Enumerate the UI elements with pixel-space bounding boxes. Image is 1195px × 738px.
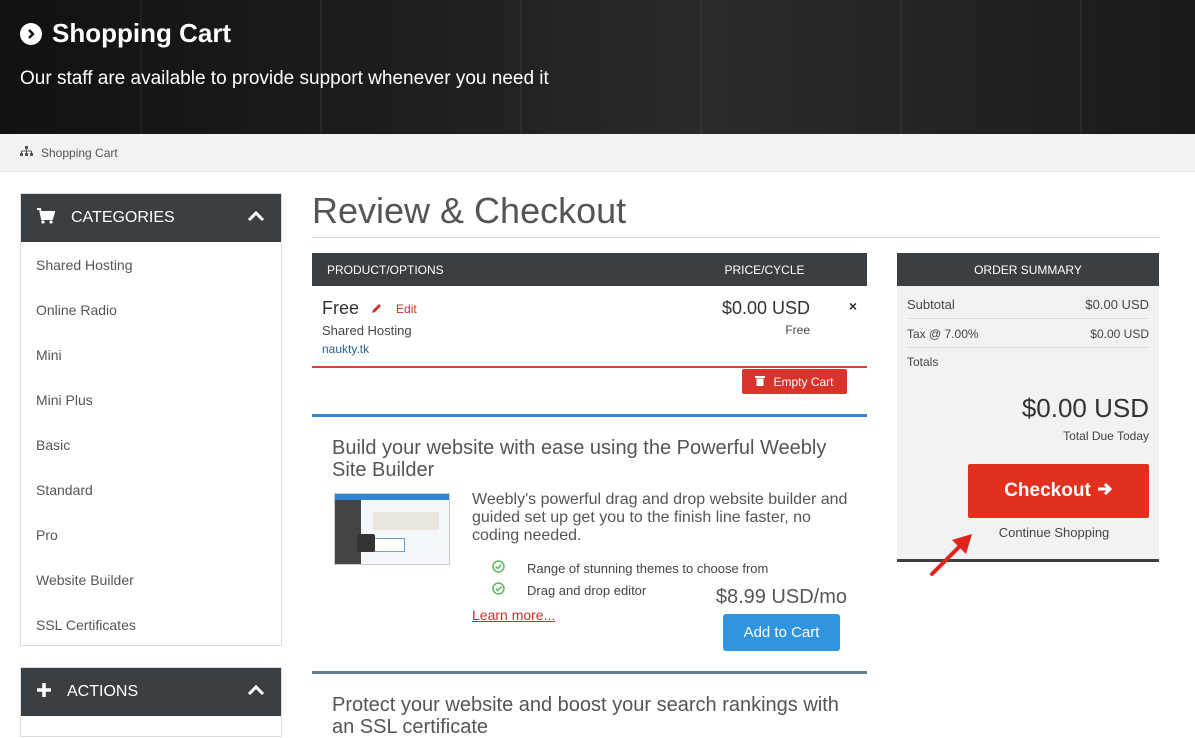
cart-item-row: Free Edit Shared Hosting naukty.tk $0.00… bbox=[312, 286, 867, 368]
cart-item-cycle: Free bbox=[785, 323, 810, 337]
check-circle-icon bbox=[492, 560, 505, 576]
title-divider bbox=[312, 237, 1160, 238]
cart-table-header: PRODUCT/OPTIONS PRICE/CYCLE bbox=[312, 253, 867, 286]
ssl-promo: Protect your website and boost your sear… bbox=[312, 671, 867, 738]
weebly-screenshot-image bbox=[334, 493, 450, 565]
checkout-button[interactable]: Checkout bbox=[968, 464, 1149, 518]
category-item-online-radio[interactable]: Online Radio bbox=[21, 287, 281, 332]
price-column-header: PRICE/CYCLE bbox=[724, 262, 805, 277]
promo-price: $8.99 USD/mo bbox=[715, 586, 847, 608]
category-item-mini-plus[interactable]: Mini Plus bbox=[21, 377, 281, 422]
totals-label: Totals bbox=[907, 355, 939, 369]
red-arrow-annotation-icon bbox=[928, 532, 976, 583]
continue-shopping-link[interactable]: Continue Shopping bbox=[968, 525, 1140, 540]
product-column-header: PRODUCT/OPTIONS bbox=[327, 262, 444, 277]
categories-panel: CATEGORIES Shared Hosting Online Radio M… bbox=[20, 193, 282, 646]
check-circle-icon bbox=[492, 582, 505, 598]
banner-title: Shopping Cart bbox=[20, 18, 231, 49]
total-due-label: Total Due Today bbox=[1063, 429, 1149, 443]
feature-item: Range of stunning themes to choose from bbox=[492, 560, 768, 576]
add-to-cart-button[interactable]: Add to Cart bbox=[723, 614, 840, 651]
breadcrumb: Shopping Cart bbox=[0, 134, 1195, 172]
empty-cart-label: Empty Cart bbox=[773, 374, 834, 389]
chevron-right-circle-icon bbox=[20, 22, 42, 45]
tax-label: Tax @ 7.00% bbox=[907, 326, 979, 341]
cart-item-domain[interactable]: naukty.tk bbox=[322, 342, 369, 356]
totals-row: Totals bbox=[907, 348, 1149, 376]
subtotal-value: $0.00 USD bbox=[1085, 297, 1149, 312]
promo-title: Build your website with ease using the P… bbox=[332, 437, 827, 481]
remove-item-icon[interactable]: × bbox=[849, 298, 857, 314]
cart-item-name: Free bbox=[322, 298, 360, 318]
actions-panel: ACTIONS bbox=[20, 667, 282, 737]
cart-item-price: $0.00 USD bbox=[721, 298, 810, 318]
checkout-label: Checkout bbox=[1004, 480, 1091, 501]
feature-item: Drag and drop editor bbox=[492, 582, 646, 598]
feature-text: Drag and drop editor bbox=[527, 582, 647, 598]
actions-title: ACTIONS bbox=[67, 683, 139, 700]
trash-icon bbox=[755, 375, 766, 389]
chevron-up-icon[interactable] bbox=[247, 683, 265, 701]
cart-item-type: Shared Hosting bbox=[322, 323, 412, 338]
feature-text: Range of stunning themes to choose from bbox=[527, 560, 769, 576]
pencil-icon[interactable] bbox=[371, 298, 382, 319]
category-item-shared-hosting[interactable]: Shared Hosting bbox=[21, 242, 281, 287]
order-summary-title: ORDER SUMMARY bbox=[897, 253, 1159, 286]
arrow-right-icon bbox=[1097, 480, 1113, 502]
plus-icon bbox=[37, 682, 51, 702]
page-subtitle: Our staff are available to provide suppo… bbox=[20, 68, 549, 89]
subtotal-label: Subtotal bbox=[907, 297, 955, 312]
empty-cart-button[interactable]: Empty Cart bbox=[742, 369, 847, 394]
promo-title: Protect your website and boost your sear… bbox=[332, 694, 839, 738]
category-item-mini[interactable]: Mini bbox=[21, 332, 281, 377]
subtotal-row: Subtotal $0.00 USD bbox=[907, 291, 1149, 319]
edit-link[interactable]: Edit bbox=[396, 302, 417, 316]
actions-header[interactable]: ACTIONS bbox=[21, 668, 281, 716]
categories-header[interactable]: CATEGORIES bbox=[21, 194, 281, 242]
learn-more-link[interactable]: Learn more... bbox=[472, 607, 555, 623]
category-item-website-builder[interactable]: Website Builder bbox=[21, 557, 281, 602]
category-item-basic[interactable]: Basic bbox=[21, 422, 281, 467]
sitemap-icon bbox=[20, 145, 33, 160]
cart-item-name-wrap: Free Edit bbox=[322, 298, 417, 319]
tax-value: $0.00 USD bbox=[1090, 326, 1149, 341]
breadcrumb-item[interactable]: Shopping Cart bbox=[41, 146, 118, 160]
category-item-ssl-certificates[interactable]: SSL Certificates bbox=[21, 602, 281, 647]
cart-icon bbox=[37, 207, 56, 229]
category-item-pro[interactable]: Pro bbox=[21, 512, 281, 557]
weebly-promo: Build your website with ease using the P… bbox=[312, 414, 867, 672]
chevron-up-icon[interactable] bbox=[247, 209, 265, 227]
order-summary: ORDER SUMMARY Subtotal $0.00 USD Tax @ 7… bbox=[897, 253, 1159, 562]
review-checkout-title: Review & Checkout bbox=[312, 190, 627, 231]
total-amount: $0.00 USD bbox=[1021, 393, 1149, 423]
page-heading: Shopping Cart bbox=[52, 18, 232, 48]
tax-row: Tax @ 7.00% $0.00 USD bbox=[907, 320, 1149, 348]
page-banner: Shopping Cart Our staff are available to… bbox=[0, 0, 1195, 134]
promo-description: Weebly's powerful drag and drop website … bbox=[472, 491, 848, 544]
category-item-standard[interactable]: Standard bbox=[21, 467, 281, 512]
categories-title: CATEGORIES bbox=[71, 209, 175, 226]
